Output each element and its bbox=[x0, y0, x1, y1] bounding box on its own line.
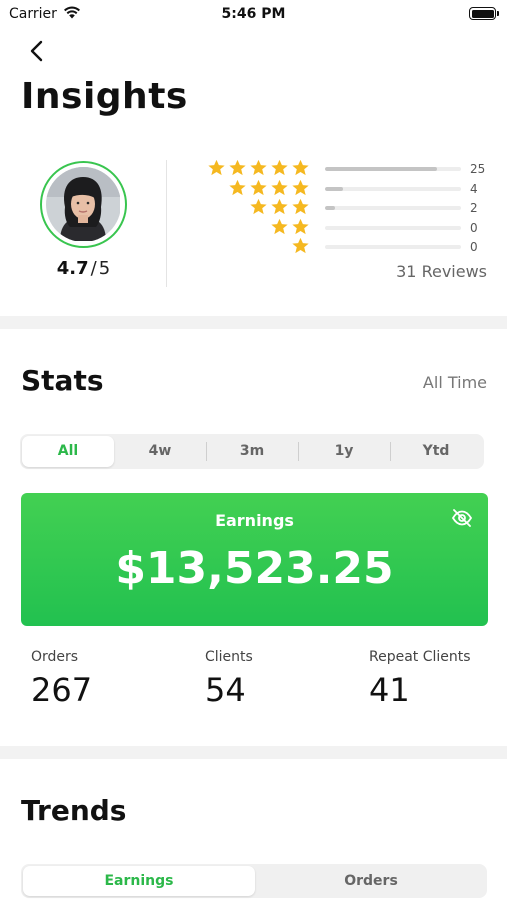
rating-bar-track bbox=[325, 245, 461, 249]
rating-value: 4.7 bbox=[56, 258, 89, 279]
rating-row: 25 bbox=[0, 158, 507, 178]
earnings-card: Earnings $13,523.25 bbox=[21, 493, 488, 626]
earnings-label: Earnings bbox=[215, 511, 294, 530]
rating-bar-fill bbox=[325, 206, 335, 210]
tab-4w[interactable]: 4w bbox=[114, 434, 206, 469]
star-icon bbox=[292, 179, 309, 195]
rating-row: 4 bbox=[0, 178, 507, 198]
star-icon bbox=[292, 159, 309, 176]
star-icon bbox=[271, 198, 288, 215]
rating-row-stars bbox=[228, 179, 310, 196]
stats-title: Stats bbox=[21, 364, 104, 397]
star-icon bbox=[292, 218, 309, 234]
star-icon bbox=[250, 198, 267, 215]
section-divider bbox=[0, 746, 507, 759]
star-icon bbox=[271, 218, 288, 234]
tab-ytd[interactable]: Ytd bbox=[390, 434, 482, 469]
rating-row-stars bbox=[249, 198, 310, 215]
rating-row-count: 4 bbox=[470, 181, 478, 196]
stat-value: 267 bbox=[31, 671, 93, 709]
tab-earnings[interactable]: Earnings bbox=[23, 866, 255, 896]
orders-stat: Orders 267 bbox=[31, 649, 92, 709]
repeat-clients-stat: Repeat Clients 41 bbox=[369, 649, 471, 709]
rating-bar-fill bbox=[325, 186, 343, 191]
star-icon bbox=[271, 159, 288, 176]
clock: 5:46 PM bbox=[221, 6, 286, 22]
back-button[interactable] bbox=[24, 38, 50, 64]
stats-period-tabs: All 4w 3m 1y Ytd bbox=[20, 434, 484, 469]
trends-tabs: Earnings Orders bbox=[21, 864, 487, 898]
rating-row-count: 0 bbox=[470, 240, 478, 254]
rating-row: 0 bbox=[0, 236, 507, 256]
star-icon bbox=[229, 179, 246, 195]
battery-icon bbox=[469, 7, 499, 20]
tab-1y[interactable]: 1y bbox=[298, 434, 390, 469]
rating-bar-track bbox=[325, 167, 461, 171]
trends-title: Trends bbox=[21, 794, 127, 827]
chevron-left-icon bbox=[30, 40, 43, 62]
stat-value: 54 bbox=[205, 671, 246, 709]
rating-bar-track bbox=[325, 225, 461, 230]
star-icon bbox=[208, 159, 225, 176]
stat-label: Clients bbox=[205, 649, 253, 665]
star-icon bbox=[250, 159, 267, 176]
stat-value: 41 bbox=[369, 671, 410, 709]
star-icon bbox=[292, 237, 309, 254]
star-icon bbox=[250, 179, 267, 195]
rating-score: 4.7/5 bbox=[40, 258, 127, 279]
rating-row: 0 bbox=[0, 217, 507, 237]
tab-all[interactable]: All bbox=[22, 436, 114, 467]
rating-row-count: 25 bbox=[470, 162, 486, 176]
page-title: Insights bbox=[21, 76, 188, 117]
eye-off-icon[interactable] bbox=[451, 509, 473, 527]
rating-bar-track bbox=[325, 186, 461, 191]
rating-row-stars bbox=[270, 218, 310, 235]
star-icon bbox=[229, 159, 246, 176]
rating-row-count: 2 bbox=[470, 201, 478, 215]
star-icon bbox=[271, 179, 288, 195]
tab-orders[interactable]: Orders bbox=[255, 864, 487, 898]
clients-stat: Clients 54 bbox=[205, 649, 253, 709]
status-bar: Carrier 5:46 PM bbox=[0, 0, 507, 30]
rating-bar-fill bbox=[325, 167, 437, 171]
rating-row: 2 bbox=[0, 197, 507, 217]
rating-bar-track bbox=[325, 206, 461, 210]
tab-3m[interactable]: 3m bbox=[206, 434, 298, 469]
rating-row-stars bbox=[207, 159, 310, 176]
stat-label: Orders bbox=[31, 649, 79, 665]
section-divider bbox=[0, 316, 507, 329]
rating-separator: / bbox=[90, 258, 97, 279]
rating-row-count: 0 bbox=[470, 220, 478, 235]
reviews-count[interactable]: 31 Reviews bbox=[396, 262, 487, 281]
earnings-value: $13,523.25 bbox=[115, 543, 394, 594]
star-icon bbox=[292, 198, 309, 215]
time-range-selector[interactable]: All Time bbox=[423, 373, 487, 392]
rating-row-stars bbox=[291, 237, 310, 254]
stat-label: Repeat Clients bbox=[369, 649, 471, 665]
rating-max: 5 bbox=[98, 258, 111, 279]
